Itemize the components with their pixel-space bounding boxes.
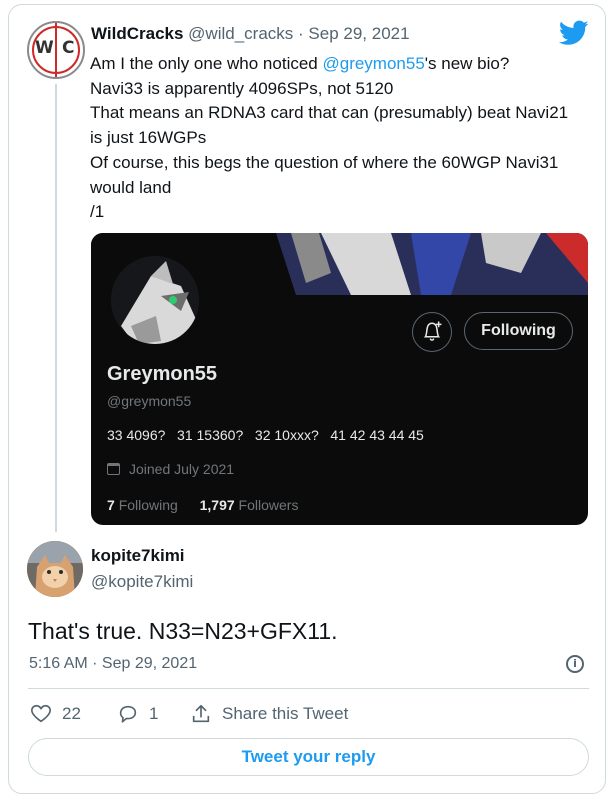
reply-count: 1 <box>149 704 159 723</box>
greymon-mention-link[interactable]: @greymon55 <box>322 54 424 73</box>
like-action[interactable]: 22 <box>30 703 81 725</box>
parent-author-name[interactable]: WildCracks <box>91 24 183 43</box>
main-tweet-timestamp[interactable]: 5:16 AM · Sep 29, 2021 <box>29 655 197 673</box>
parent-body-line-5: Of course, this begs the question of whe… <box>90 152 559 172</box>
avatar-letter-w: W <box>35 38 54 58</box>
main-tweet-text: That's true. N33=N23+GFX11. <box>28 618 338 644</box>
main-author-handle[interactable]: @kopite7kimi <box>91 572 193 592</box>
embedded-profile-screenshot[interactable]: Following Greymon55 @greymon55 33 4096? … <box>91 233 588 525</box>
wildcracks-avatar[interactable]: W C <box>27 21 85 79</box>
greymon-profile-avatar <box>107 252 203 348</box>
followers-count: 1,797 <box>199 497 235 513</box>
share-label: Share this Tweet <box>222 704 349 723</box>
parent-tweet-body: Am I the only one who noticed @greymon55… <box>90 52 590 225</box>
profile-display-name: Greymon55 <box>107 363 218 385</box>
parent-tweet-header: WildCracks @wild_cracks · Sep 29, 2021 <box>91 24 410 44</box>
tweet-your-reply-button[interactable]: Tweet your reply <box>28 738 589 776</box>
parent-body-line-4: is just 16WGPs <box>90 128 207 148</box>
profile-handle: @greymon55 <box>107 393 192 409</box>
profile-follow-counts: 7 Following 1,797 Followers <box>107 497 298 513</box>
share-icon <box>192 704 210 723</box>
share-action[interactable]: Share this Tweet <box>190 703 348 725</box>
following-button[interactable]: Following <box>464 312 573 350</box>
parent-author-handle[interactable]: @wild_cracks <box>188 24 293 43</box>
info-icon[interactable]: i <box>566 655 584 673</box>
notify-bell-button[interactable] <box>412 312 452 352</box>
parent-body-line-3: That means an RDNA3 card that can (presu… <box>90 103 569 123</box>
parent-body-line-1: Am I the only one who noticed @greymon55… <box>90 54 510 73</box>
following-count: 7 <box>107 497 115 513</box>
heart-icon <box>31 704 51 723</box>
reply-bubble-icon <box>119 705 137 723</box>
reply-action[interactable]: 1 <box>117 703 158 725</box>
bell-plus-icon <box>423 321 442 341</box>
like-count: 22 <box>62 704 81 723</box>
twitter-bird-icon[interactable] <box>559 20 589 46</box>
parent-body-line-2: Navi33 is apparently 4096SPs, not 5120 <box>90 78 394 98</box>
calendar-icon <box>107 463 120 475</box>
parent-body-line-6: would land <box>90 177 172 197</box>
action-divider <box>28 688 589 689</box>
profile-joined: Joined July 2021 <box>107 461 234 477</box>
parent-date-separator: · <box>293 24 309 43</box>
followers-label: Followers <box>238 497 299 513</box>
kopite7kimi-avatar[interactable] <box>27 541 83 597</box>
avatar-letter-c: C <box>62 38 75 58</box>
profile-bio: 33 4096? 31 15360? 32 10xxx? 41 42 43 44… <box>107 427 424 443</box>
following-label: Following <box>118 497 178 513</box>
parent-tweet-date[interactable]: Sep 29, 2021 <box>308 24 409 43</box>
thread-connector-line <box>55 84 57 532</box>
main-author-name[interactable]: kopite7kimi <box>91 546 185 566</box>
parent-body-line-7: /1 <box>90 202 105 222</box>
